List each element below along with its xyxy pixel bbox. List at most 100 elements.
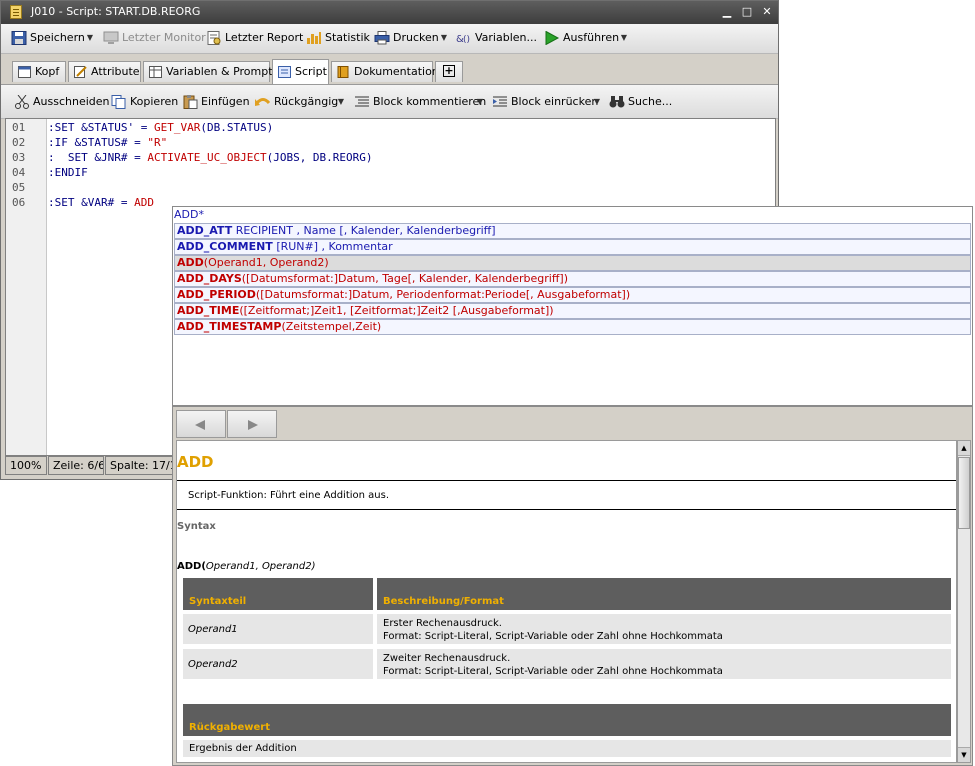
indent-dropdown-chevron-icon[interactable]: ▼ — [592, 93, 602, 111]
autocomplete-popup: ADD* ADD_ATT RECIPIENT , Name [, Kalende… — [172, 206, 973, 406]
monitor-icon — [103, 31, 119, 44]
execute-button[interactable]: Ausführen — [544, 29, 619, 47]
statistics-button[interactable]: Statistik — [306, 29, 370, 47]
autocomplete-item[interactable]: ADD_DAYS([Datumsformat:]Datum, Tage[, Ka… — [174, 271, 971, 287]
help-scrollbar[interactable]: ▲ ▼ — [957, 440, 971, 763]
line-status: Zeile: 6/6 — [48, 456, 104, 475]
scroll-up-icon[interactable]: ▲ — [958, 441, 970, 456]
function-name: ADD_ATT — [177, 224, 233, 237]
operand-name: Operand1 — [188, 624, 238, 635]
column-status: Spalte: 17/17 — [105, 456, 177, 475]
undo-arrow-icon — [255, 98, 271, 106]
title-bar[interactable]: J010 - Script: START.DB.REORG ▁ □ ✕ — [1, 1, 778, 24]
signature-function-name: ADD( — [177, 561, 206, 572]
function-params: ([Datumsformat:]Datum, Tage[, Kalender, … — [241, 272, 568, 285]
main-toolbar: Speichern ▼ Letzter Monitor Letzter Repo… — [1, 24, 778, 54]
table-cell-part: Operand1 — [183, 614, 373, 644]
function-name: ADD_PERIOD — [177, 288, 256, 301]
autocomplete-item[interactable]: ADD_COMMENT [RUN#] , Kommentar — [174, 239, 971, 255]
close-icon[interactable]: ✕ — [760, 5, 774, 19]
code-line[interactable]: :SET &VAR# = ADD — [48, 196, 154, 209]
cut-button[interactable]: Ausschneiden — [14, 93, 110, 111]
autocomplete-query: ADD* — [174, 208, 204, 221]
code-token: = — [120, 196, 135, 209]
autocomplete-item[interactable]: ADD_TIMESTAMP(Zeitstempel,Zeit) — [174, 319, 971, 335]
header-label: Rückgabewert — [189, 722, 270, 733]
tab-script[interactable]: Script — [272, 59, 329, 84]
paste-button[interactable]: Einfügen — [182, 93, 250, 111]
code-token: GET_VAR — [153, 121, 201, 134]
help-description: Script-Funktion: Führt eine Addition aus… — [188, 490, 390, 501]
book-icon — [337, 66, 349, 78]
tab-documentation[interactable]: Dokumentation — [331, 61, 439, 82]
search-button[interactable]: Suche... — [609, 93, 673, 111]
code-token: : SET — [48, 151, 95, 164]
autocomplete-item[interactable]: ADD_TIME([Zeitformat;]Zeit1, [Zeitformat… — [174, 303, 971, 319]
variables-table-icon — [149, 66, 162, 78]
copy-button[interactable]: Kopieren — [111, 93, 178, 111]
autocomplete-item[interactable]: ADD_ATT RECIPIENT , Name [, Kalender, Ka… — [174, 223, 971, 239]
code-line[interactable]: : SET &JNR# = ACTIVATE_UC_OBJECT(JOBS, D… — [48, 151, 373, 164]
print-button[interactable]: Drucken — [374, 29, 439, 47]
print-dropdown-chevron-icon[interactable]: ▼ — [439, 29, 449, 47]
line-number: 05 — [12, 181, 26, 194]
return-value-text: Ergebnis der Addition — [189, 743, 297, 754]
indent-icon — [493, 96, 507, 107]
tab-add-new[interactable]: + — [435, 61, 463, 82]
code-token: &VAR# — [81, 196, 121, 209]
zoom-status: 100% — [5, 456, 47, 475]
comment-block-button[interactable]: Block kommentieren — [354, 93, 486, 111]
help-back-button[interactable] — [176, 410, 226, 438]
save-button[interactable]: Speichern — [11, 29, 85, 47]
code-token: = — [134, 136, 148, 149]
svg-text:(): () — [463, 35, 470, 45]
code-token: :IF — [48, 136, 75, 149]
syntax-signature: ADD(Operand1, Operand2) — [177, 561, 316, 572]
right-arrow-icon — [248, 420, 258, 430]
code-token: (DB.STATUS) — [200, 121, 274, 134]
divider — [177, 480, 956, 481]
function-params: RECIPIENT , Name [, Kalender, Kalenderbe… — [232, 224, 496, 237]
autocomplete-item[interactable]: ADD(Operand1, Operand2) — [174, 255, 971, 271]
autocomplete-item[interactable]: ADD_PERIOD([Datumsformat:]Datum, Periode… — [174, 287, 971, 303]
help-forward-button[interactable] — [227, 410, 277, 438]
minimize-icon[interactable]: ▁ — [720, 5, 734, 19]
last-report-button[interactable]: Letzter Report — [206, 29, 303, 47]
line-number-gutter: 01 02 03 04 05 06 — [6, 119, 47, 455]
scroll-down-icon[interactable]: ▼ — [958, 747, 970, 762]
code-token: &STATUS' — [81, 121, 141, 134]
save-dropdown-chevron-icon[interactable]: ▼ — [85, 29, 95, 47]
code-line[interactable]: :IF &STATUS# = "R" — [48, 136, 167, 149]
indent-block-button[interactable]: Block einrücken — [492, 93, 598, 111]
code-line[interactable]: :SET &STATUS' = GET_VAR(DB.STATUS) — [48, 121, 273, 134]
execute-dropdown-chevron-icon[interactable]: ▼ — [619, 29, 629, 47]
window-title: J010 - Script: START.DB.REORG — [31, 5, 201, 18]
syntax-heading: Syntax — [177, 521, 216, 532]
tab-attribute[interactable]: Attribute — [68, 61, 141, 82]
code-token: &STATUS# — [74, 136, 135, 149]
function-params: ([Zeitformat;]Zeit1, [Zeitformat;]Zeit2 … — [239, 304, 554, 317]
undo-button[interactable]: Rückgängig — [255, 93, 338, 111]
signature-arguments: Operand1, Operand2) — [205, 561, 316, 572]
code-token: :SET — [48, 121, 82, 134]
table-cell-description: Erster Rechenausdruck. Format: Script-Li… — [377, 614, 951, 644]
function-name: ADD_TIME — [177, 304, 240, 317]
plus-icon: + — [443, 64, 455, 77]
undo-dropdown-chevron-icon[interactable]: ▼ — [336, 93, 346, 111]
code-token: "R" — [147, 136, 168, 149]
tab-variables-prompts[interactable]: Variablen & Prompts — [143, 61, 278, 82]
scroll-thumb[interactable] — [958, 457, 970, 529]
function-name: ADD_TIMESTAMP — [177, 320, 282, 333]
function-params: [RUN#] , Kommentar — [272, 240, 393, 253]
code-line[interactable]: :ENDIF — [48, 166, 88, 179]
description-line: Erster Rechenausdruck. — [383, 618, 502, 629]
table-header-syntax-part: Syntaxteil — [183, 578, 373, 610]
line-number: 04 — [12, 166, 26, 179]
maximize-icon[interactable]: □ — [740, 5, 754, 19]
tab-kopf[interactable]: Kopf — [12, 61, 66, 82]
play-icon — [545, 31, 560, 45]
function-name: ADD_DAYS — [177, 272, 242, 285]
comment-dropdown-chevron-icon[interactable]: ▼ — [475, 93, 485, 111]
last-monitor-button[interactable]: Letzter Monitor — [103, 29, 206, 47]
variables-button[interactable]: &() Variablen... — [456, 29, 537, 47]
